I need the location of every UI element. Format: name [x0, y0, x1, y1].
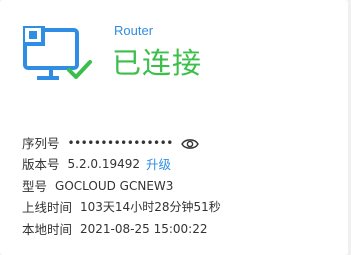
- router-connected-icon: [23, 26, 92, 80]
- serial-value-masked: ••••••••••••••••: [67, 136, 174, 150]
- eye-icon[interactable]: [180, 138, 199, 150]
- device-status-card: Router 已连接 序列号 •••••••••••••••• 版本号 5.2.…: [0, 0, 348, 255]
- serial-label: 序列号: [22, 136, 60, 151]
- info-row-model: 型号 GOCLOUD GCNEW3: [22, 176, 221, 197]
- connection-status: 已连接: [112, 46, 203, 80]
- device-type-label: Router: [114, 23, 154, 38]
- uptime-value: 103天14小时28分钟51秒: [80, 200, 221, 215]
- model-value: GOCLOUD GCNEW3: [55, 178, 174, 193]
- info-row-uptime: 上线时间 103天14小时28分钟51秒: [22, 197, 221, 218]
- uptime-label: 上线时间: [22, 200, 73, 216]
- upgrade-link[interactable]: 升级: [146, 154, 171, 175]
- model-label: 型号: [22, 178, 48, 194]
- info-row-serial: 序列号 ••••••••••••••••: [22, 133, 221, 154]
- info-row-version: 版本号 5.2.0.19492 升级: [22, 154, 221, 175]
- local-time-value: 2021-08-25 15:00:22: [80, 221, 208, 236]
- local-time-label: 本地时间: [22, 221, 73, 237]
- info-row-local-time: 本地时间 2021-08-25 15:00:22: [22, 219, 221, 240]
- version-label: 版本号: [22, 157, 60, 173]
- device-info-list: 序列号 •••••••••••••••• 版本号 5.2.0.19492 升级 …: [22, 133, 221, 240]
- version-value: 5.2.0.19492: [67, 157, 141, 172]
